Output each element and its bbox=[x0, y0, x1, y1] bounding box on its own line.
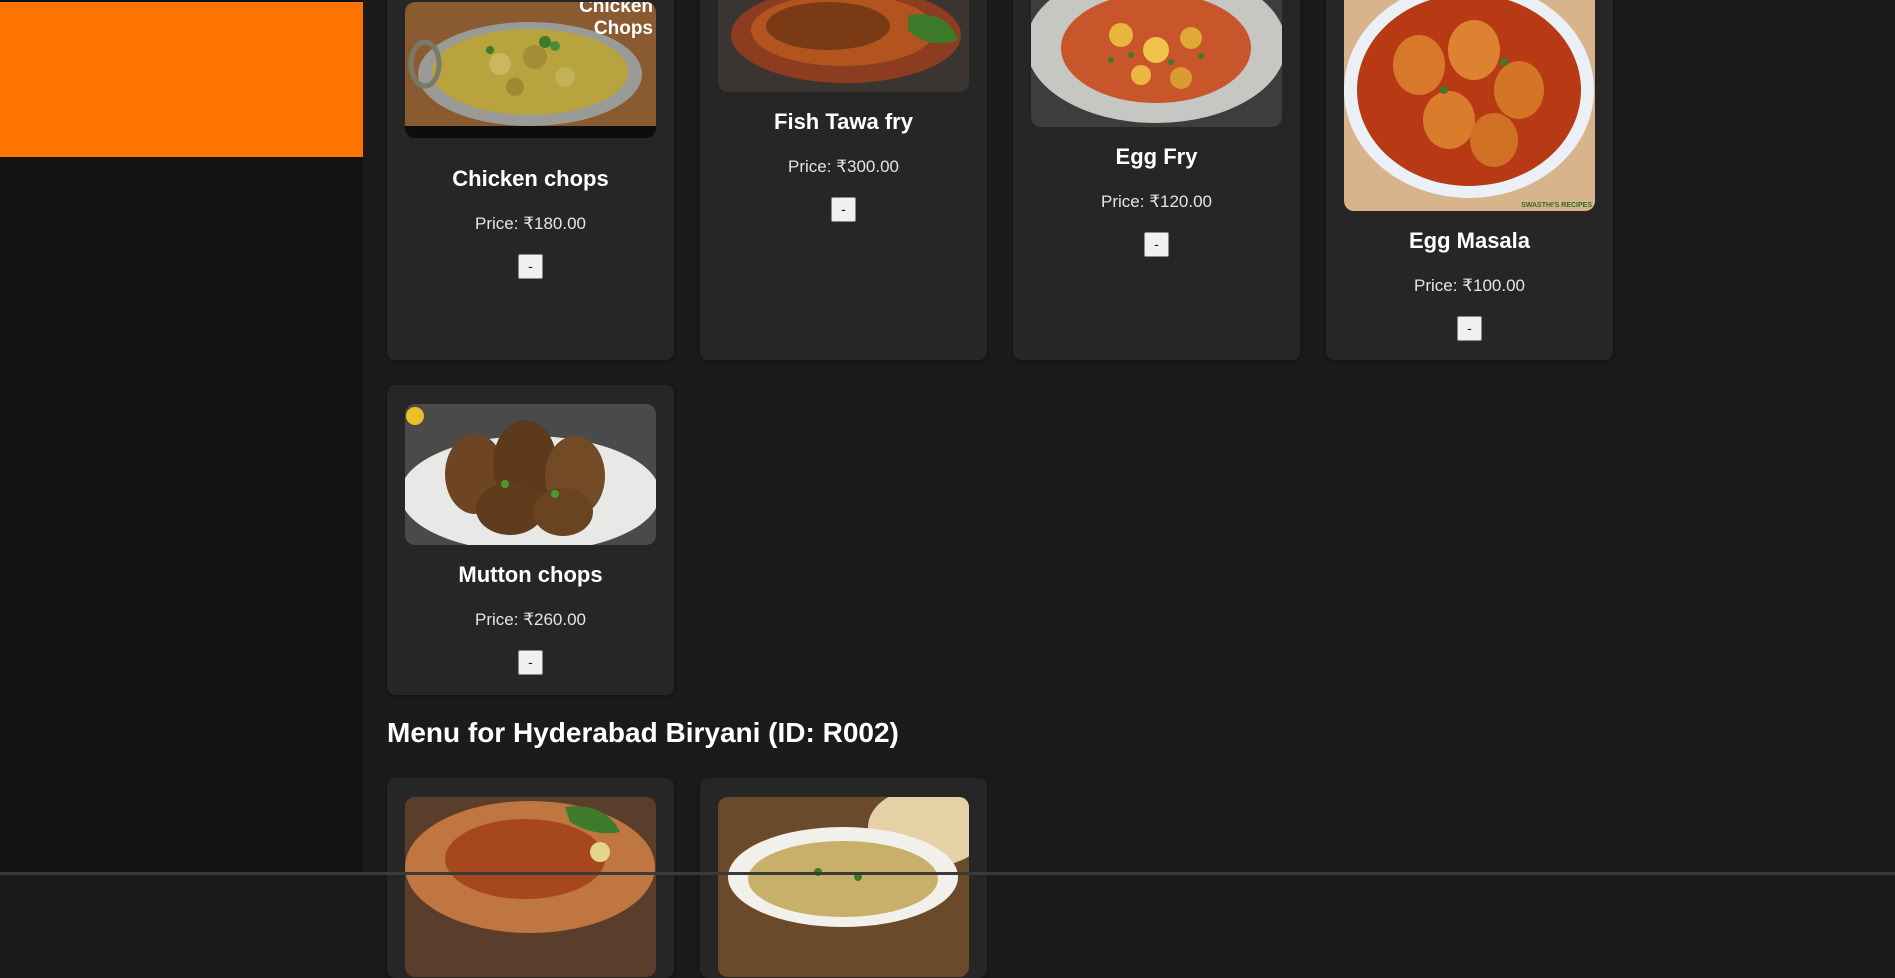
menu-item-name: Chicken chops bbox=[452, 166, 609, 191]
menu-item-name: Egg Fry bbox=[1115, 144, 1198, 169]
egg-fry-photo bbox=[1031, 0, 1282, 127]
sidebar-orange-banner bbox=[0, 2, 363, 157]
menu-item-price: Price: ₹180.00 bbox=[387, 214, 674, 234]
decrease-quantity-button[interactable]: - bbox=[518, 650, 543, 675]
decrease-quantity-button[interactable]: - bbox=[518, 254, 543, 279]
menu-item-name: Fish Tawa fry bbox=[774, 109, 913, 134]
menu-item-card: Chicken Chops Chicken chops Price: ₹180.… bbox=[387, 0, 674, 360]
decrease-quantity-button[interactable]: - bbox=[831, 197, 856, 222]
menu-item-price: Price: ₹100.00 bbox=[1326, 276, 1613, 296]
menu-item-price: Price: ₹260.00 bbox=[387, 610, 674, 630]
price-value: ₹180.00 bbox=[523, 214, 586, 233]
menu-item-name: Egg Masala bbox=[1408, 228, 1531, 253]
price-label: Price: bbox=[1100, 192, 1145, 211]
decrease-quantity-button[interactable]: - bbox=[1144, 232, 1169, 257]
menu-item-price: Price: ₹300.00 bbox=[700, 157, 987, 177]
menu-section-heading: Menu for Hyderabad Biryani (ID: R002) bbox=[387, 717, 899, 748]
menu-item-card bbox=[700, 778, 987, 978]
menu-item-name: Mutton chops bbox=[458, 562, 603, 587]
sidebar bbox=[0, 0, 363, 875]
menu-item-card: Egg Fry Price: ₹120.00 - bbox=[1013, 0, 1300, 360]
price-value: ₹300.00 bbox=[836, 157, 899, 176]
menu-item-price: Price: ₹120.00 bbox=[1013, 192, 1300, 212]
price-label: Price: bbox=[1413, 276, 1458, 295]
photo-watermark: SWASTHI'S RECIPES bbox=[1521, 202, 1592, 209]
photo-caption: Chicken Chops bbox=[579, 2, 653, 39]
decrease-quantity-button[interactable]: - bbox=[1457, 316, 1482, 341]
menu-item-photo bbox=[718, 797, 969, 977]
menu-item-card: SWASTHI'S RECIPES Egg Masala Price: ₹100… bbox=[1326, 0, 1613, 360]
menu-item-card: Fish Tawa fry Price: ₹300.00 - bbox=[700, 0, 987, 360]
price-value: ₹260.00 bbox=[523, 610, 586, 629]
price-label: Price: bbox=[787, 157, 832, 176]
egg-masala-photo: SWASTHI'S RECIPES bbox=[1344, 0, 1595, 211]
mutton-chops-photo bbox=[405, 404, 656, 545]
chicken-chops-photo: Chicken Chops bbox=[405, 2, 656, 138]
menu-item-card: Mutton chops Price: ₹260.00 - bbox=[387, 385, 674, 695]
fish-tawa-fry-photo bbox=[718, 0, 969, 92]
menu-item-photo bbox=[405, 797, 656, 977]
price-value: ₹120.00 bbox=[1149, 192, 1212, 211]
price-label: Price: bbox=[474, 214, 519, 233]
price-label: Price: bbox=[474, 610, 519, 629]
menu-item-card bbox=[387, 778, 674, 978]
price-value: ₹100.00 bbox=[1462, 276, 1525, 295]
